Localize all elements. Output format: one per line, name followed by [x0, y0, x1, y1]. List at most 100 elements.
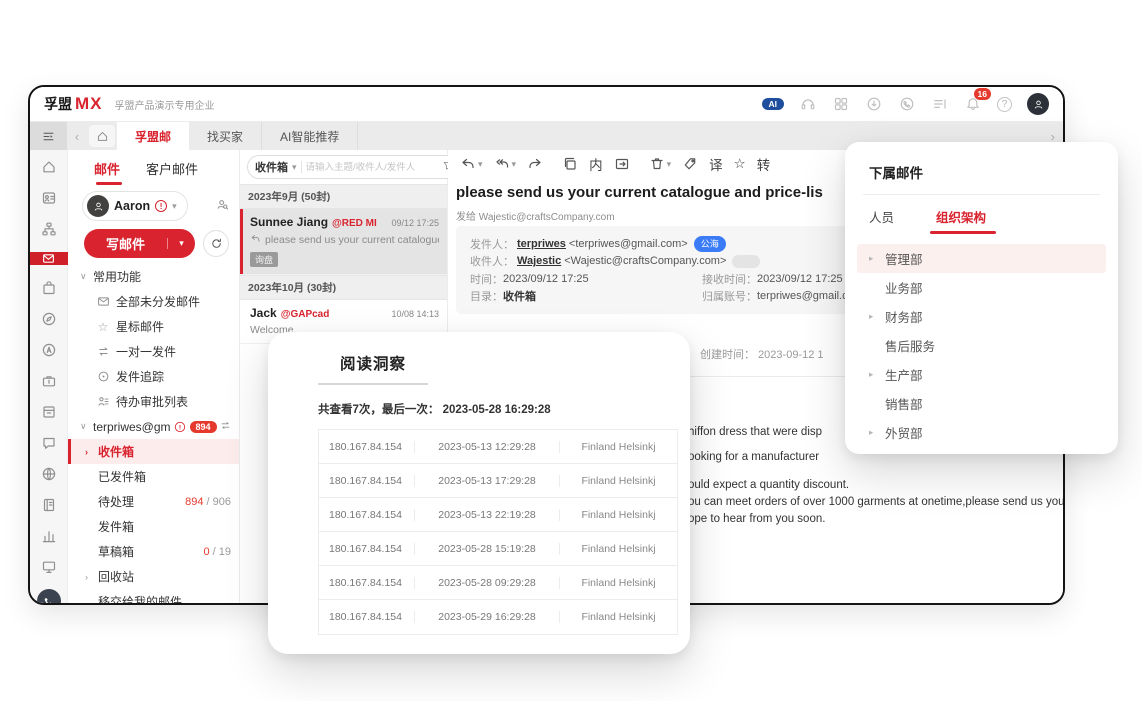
download-circle-icon[interactable]: [865, 95, 883, 113]
folder-caret-icon[interactable]: ›: [85, 572, 98, 582]
user-avatar[interactable]: [1027, 93, 1049, 115]
from-email: <terpriwes@gmail.com>: [569, 238, 688, 250]
archive-icon[interactable]: [30, 404, 68, 420]
folder-transferred-to-me[interactable]: 移交给我的邮件: [68, 589, 239, 605]
dept-foreign-trade[interactable]: ▸ 外贸部: [857, 418, 1106, 447]
item-starred-mail[interactable]: ☆ 星标邮件: [68, 314, 239, 339]
internal-distribute-button[interactable]: 内: [589, 154, 603, 174]
account-selector[interactable]: Aaron ! ▾: [82, 191, 188, 221]
ledger-icon[interactable]: [30, 497, 68, 513]
folder-trash[interactable]: › 回收站: [68, 564, 239, 589]
folder-drafts[interactable]: 草稿箱 0 / 19: [68, 539, 239, 564]
org-structure-icon[interactable]: [30, 221, 68, 237]
navigation-icon[interactable]: [30, 342, 68, 358]
tab-org-structure[interactable]: 组织架构: [936, 207, 986, 234]
orders-icon[interactable]: [30, 280, 68, 296]
switch-account-icon[interactable]: [220, 420, 231, 434]
contacts-icon[interactable]: [30, 190, 68, 206]
collapse-menu-icon[interactable]: [30, 122, 67, 150]
global-trade-icon[interactable]: [30, 466, 68, 482]
item-one-to-one-send[interactable]: 一对一发件: [68, 339, 239, 364]
move-to-button[interactable]: [614, 156, 630, 172]
insight-title: 阅读洞察: [340, 356, 406, 373]
folder-label: 移交给我的邮件: [98, 593, 182, 605]
dept-business[interactable]: 业务部: [857, 273, 1106, 302]
nav-back-icon[interactable]: ‹: [67, 122, 87, 150]
dept-after-sales[interactable]: 售后服务: [857, 331, 1106, 360]
account-mailbox-row[interactable]: ∨ terpriwes@gm ! 894: [68, 414, 239, 439]
mail-search-input[interactable]: [306, 162, 438, 173]
refresh-button[interactable]: [203, 230, 229, 257]
tab-customer-mail[interactable]: 客户邮件: [146, 159, 198, 185]
workbench-icon[interactable]: [30, 559, 68, 575]
nav-tab-ai-recommend[interactable]: AI智能推荐: [262, 122, 358, 150]
insight-table: 180.167.84.154 2023-05-13 12:29:28 Finla…: [318, 429, 678, 635]
translate-button[interactable]: 译: [709, 154, 723, 174]
to-name[interactable]: Wajestic: [517, 255, 561, 267]
transfer-button[interactable]: 转: [757, 154, 771, 174]
dept-production[interactable]: ▸ 生产部: [857, 360, 1106, 389]
discover-compass-icon[interactable]: [30, 311, 68, 327]
mail-module-icon[interactable]: [30, 252, 68, 265]
item-send-tracking[interactable]: 发件追踪: [68, 364, 239, 389]
copy-button[interactable]: [562, 156, 578, 172]
dept-label: 售后服务: [885, 336, 935, 355]
folder-filter-caret-icon[interactable]: ▾: [292, 162, 297, 173]
folder-outbox[interactable]: 发件箱: [68, 514, 239, 539]
expand-caret-icon[interactable]: ▸: [869, 311, 885, 322]
expand-caret-icon[interactable]: ▸: [869, 427, 885, 438]
item-unassigned-mail[interactable]: 全部未分发邮件: [68, 289, 239, 314]
compose-dropdown-icon[interactable]: ▾: [167, 238, 195, 249]
statistics-icon[interactable]: [30, 528, 68, 544]
expand-caret-icon[interactable]: ▸: [869, 369, 885, 380]
reply-button[interactable]: ▾: [460, 156, 483, 172]
mail-preview: please send us your current catalogue an…: [265, 234, 439, 246]
mail-item-sunnee[interactable]: Sunnee Jiang @RED MI 09/12 17:25 please …: [240, 209, 447, 275]
folder-sent[interactable]: 已发件箱: [68, 464, 239, 489]
forward-button[interactable]: [527, 156, 543, 172]
section-common-functions[interactable]: ∨ 常用功能: [68, 264, 239, 289]
compose-button[interactable]: 写邮件 ▾: [84, 229, 195, 258]
mail-company-tag: @GAPcad: [281, 309, 330, 320]
star-button[interactable]: ☆: [734, 156, 746, 172]
directory-label: 目录：: [470, 288, 503, 304]
phone-circle-icon[interactable]: [898, 95, 916, 113]
nav-tab-fumeng-mail[interactable]: 孚盟邮: [117, 122, 189, 150]
dept-management[interactable]: ▸ 管理部: [857, 244, 1106, 273]
task-list-icon[interactable]: [931, 95, 949, 113]
item-label: 星标邮件: [116, 318, 164, 335]
chat-icon[interactable]: [30, 435, 68, 451]
dept-finance[interactable]: ▸ 财务部: [857, 302, 1106, 331]
tab-people[interactable]: 人员: [869, 207, 894, 234]
from-name[interactable]: terpriwes: [517, 238, 566, 250]
home-icon[interactable]: [30, 159, 68, 175]
apps-grid-icon[interactable]: [832, 95, 850, 113]
account-name: Aaron: [114, 199, 150, 213]
account-caret-icon[interactable]: ∨: [80, 421, 93, 432]
delete-button[interactable]: ▾: [649, 156, 672, 172]
dept-sales[interactable]: 销售部: [857, 389, 1106, 418]
folder-pending[interactable]: 待处理 894 / 906: [68, 489, 239, 514]
help-icon[interactable]: ?: [997, 97, 1012, 112]
visit-ip: 180.167.84.154: [319, 509, 414, 521]
headset-icon[interactable]: [799, 95, 817, 113]
business-case-icon[interactable]: [30, 373, 68, 389]
item-approval-list[interactable]: 待办审批列表: [68, 389, 239, 414]
folder-inbox[interactable]: › 收件箱: [68, 439, 239, 464]
reply-all-button[interactable]: ▾: [494, 156, 517, 172]
tab-mail[interactable]: 邮件: [94, 159, 120, 185]
tag-button[interactable]: [682, 156, 698, 172]
search-contact-icon[interactable]: [216, 198, 229, 214]
account-email-label: terpriwes@gm: [93, 420, 171, 434]
ai-assistant-badge[interactable]: AI: [762, 98, 785, 111]
mail-group-date: 2023年10月 (30封): [240, 275, 447, 300]
notifications-bell-icon[interactable]: 16: [964, 95, 982, 113]
mail-search-row: 收件箱 ▾ ▾: [240, 150, 447, 184]
nav-tab-find-buyers[interactable]: 找买家: [189, 122, 262, 150]
nav-home-icon[interactable]: [89, 125, 115, 147]
expand-caret-icon[interactable]: ▸: [869, 253, 885, 264]
folder-filter-select[interactable]: 收件箱: [255, 159, 288, 175]
section-caret-icon[interactable]: ∨: [80, 271, 93, 282]
service-phone-icon[interactable]: [30, 590, 68, 605]
folder-caret-icon[interactable]: ›: [85, 447, 98, 457]
